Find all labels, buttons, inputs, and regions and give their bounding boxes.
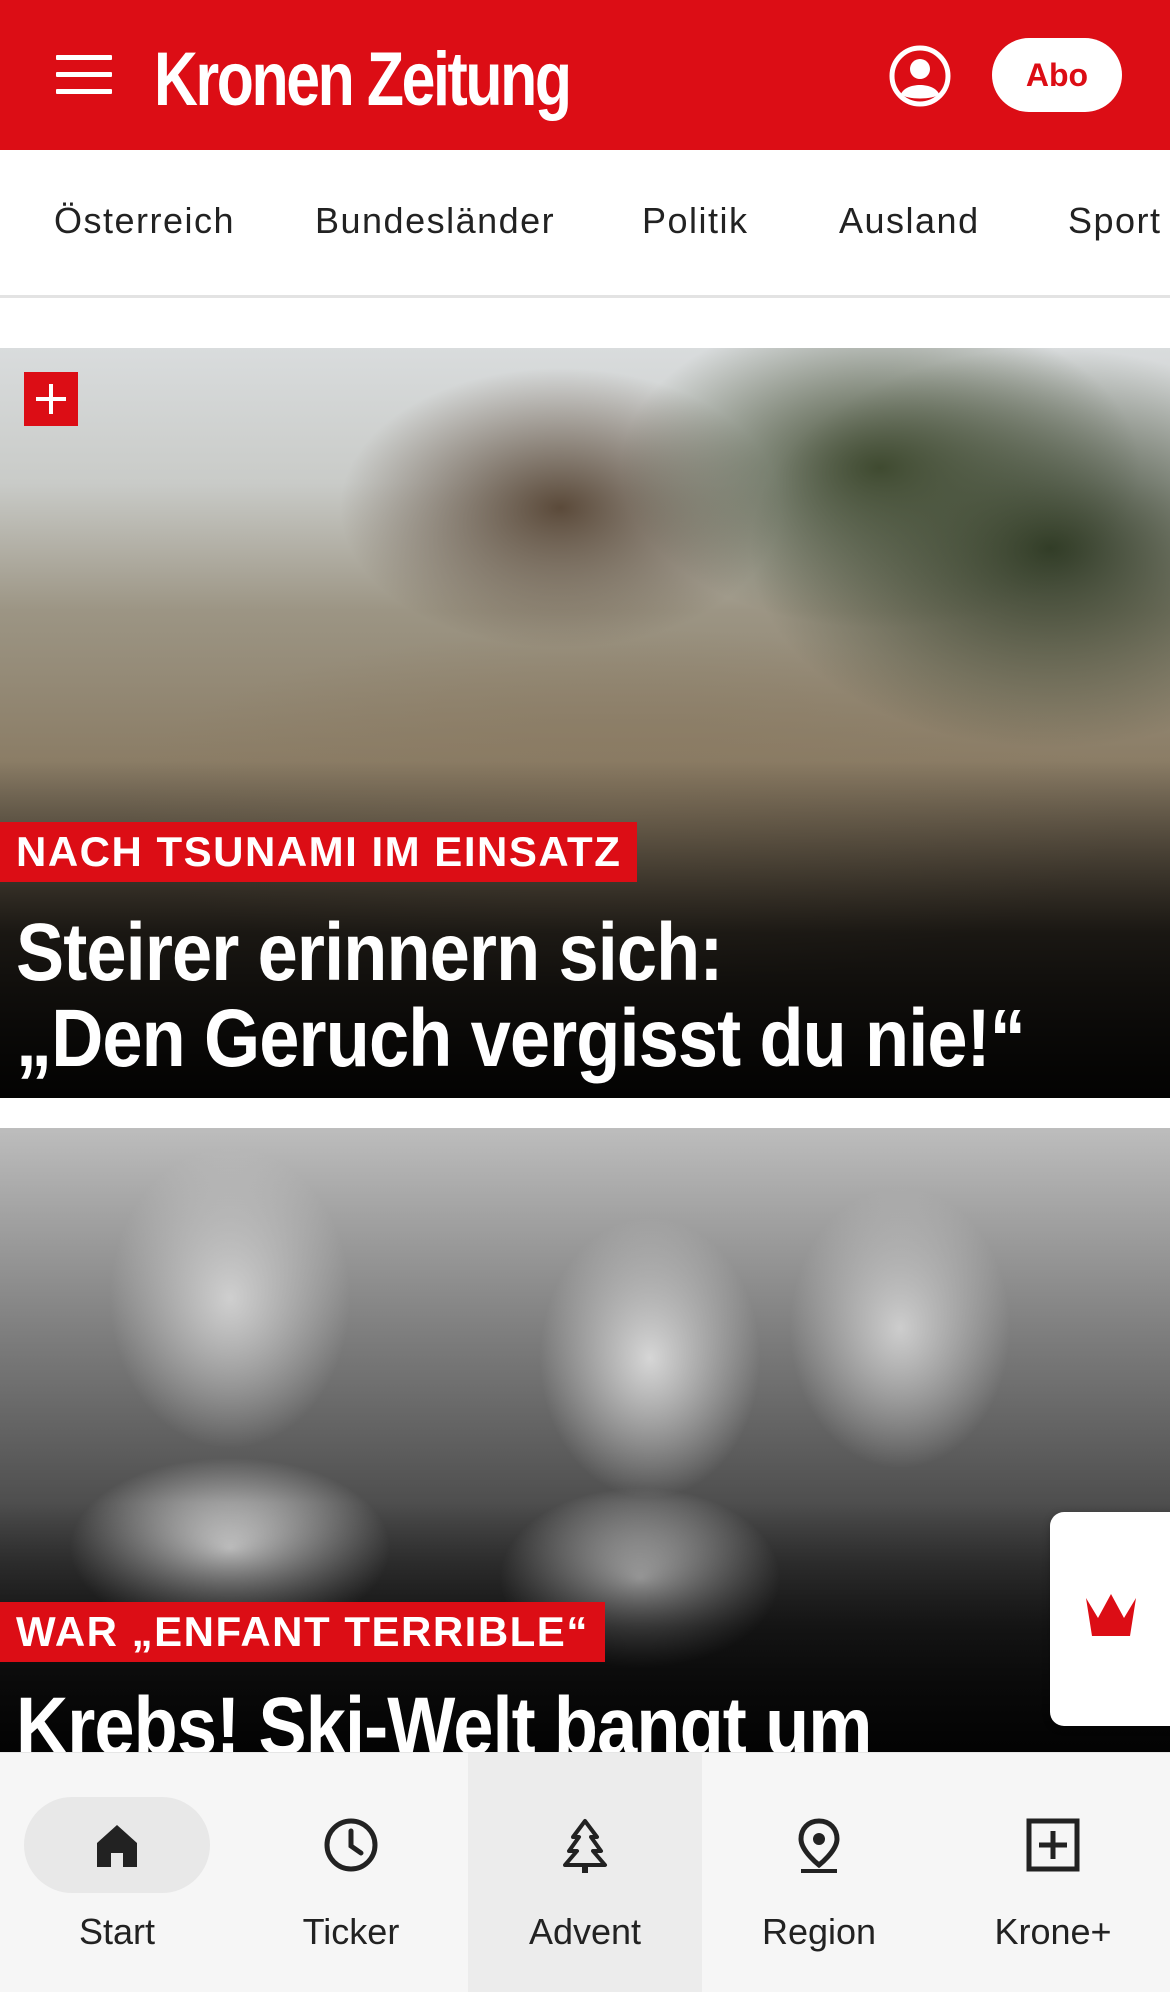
plus-box-icon	[1026, 1818, 1080, 1872]
article-card[interactable]: WAR „ENFANT TERRIBLE“ Krebs! Ski-Welt ba…	[0, 1128, 1170, 1752]
bottom-navigation: Start Ticker Advent Region Krone+	[0, 1752, 1170, 1992]
logo[interactable]: Kronen Zeitung	[154, 36, 572, 123]
nav-label: Ticker	[302, 1911, 400, 1952]
category-politik[interactable]: Politik	[642, 200, 749, 242]
app-root: Kronen Zeitung Abo Österreich Bundesländ…	[0, 0, 1170, 1992]
article-headline: Steirer erinnern sich: „Den Geruch vergi…	[16, 907, 1026, 1084]
location-pin-icon	[798, 1818, 840, 1873]
tree-icon	[563, 1819, 607, 1873]
nav-label: Start	[78, 1911, 156, 1952]
category-nav: Österreich Bundesländer Politik Ausland …	[0, 150, 1170, 298]
nav-advent[interactable]: Advent	[468, 1753, 702, 1992]
nav-region[interactable]: Region	[702, 1753, 936, 1992]
category-oesterreich[interactable]: Österreich	[54, 200, 235, 242]
nav-label: Advent	[528, 1911, 642, 1952]
nav-kroneplus[interactable]: Krone+	[936, 1753, 1170, 1992]
category-sport[interactable]: Sport	[1068, 200, 1162, 242]
abo-button[interactable]: Abo	[992, 38, 1122, 112]
article-kicker: NACH TSUNAMI IM EINSATZ	[0, 822, 638, 882]
nav-start[interactable]: Start	[0, 1753, 234, 1992]
krone-crown-button[interactable]	[1050, 1512, 1170, 1726]
article-kicker: WAR „ENFANT TERRIBLE“	[0, 1602, 605, 1662]
nav-label: Krone+	[994, 1911, 1112, 1952]
top-header: Kronen Zeitung Abo	[0, 0, 1170, 150]
category-ausland[interactable]: Ausland	[839, 200, 980, 242]
clock-icon	[324, 1818, 378, 1872]
nav-ticker[interactable]: Ticker	[234, 1753, 468, 1992]
article-card[interactable]: NACH TSUNAMI IM EINSATZ Steirer erinnern…	[0, 348, 1170, 1098]
home-icon	[97, 1825, 137, 1867]
hamburger-menu-icon[interactable]	[56, 55, 112, 95]
nav-label: Region	[761, 1911, 877, 1952]
krone-plus-badge-icon	[24, 372, 78, 426]
category-bundeslaender[interactable]: Bundesländer	[315, 200, 555, 242]
user-account-icon[interactable]	[888, 44, 952, 108]
crown-icon	[1086, 1594, 1136, 1636]
article-headline: Krebs! Ski-Welt bangt um	[16, 1681, 872, 1753]
